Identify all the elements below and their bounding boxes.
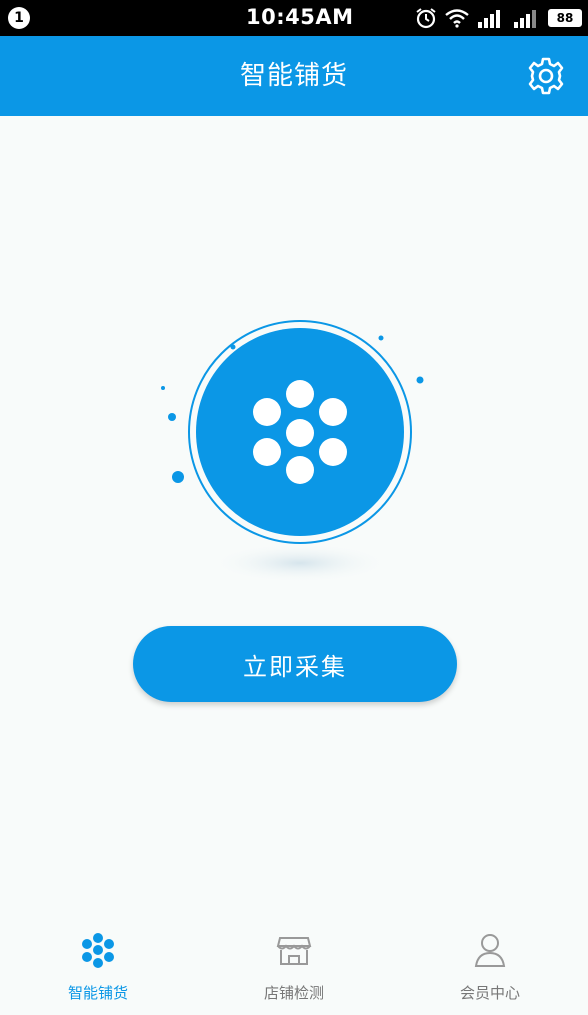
nav-item-member-center[interactable]: 会员中心 bbox=[392, 920, 588, 1015]
signal-icon bbox=[478, 10, 500, 28]
notification-badge: 1 bbox=[8, 7, 30, 29]
hero-graphic bbox=[150, 318, 440, 598]
nav-item-shop-check[interactable]: 店铺检测 bbox=[196, 920, 392, 1015]
alarm-icon bbox=[416, 8, 436, 29]
status-icons: 88 bbox=[414, 7, 582, 29]
nav-item-smart-listing[interactable]: 智能铺货 bbox=[0, 920, 196, 1015]
bottom-nav: 智能铺货 店铺检测 会员中心 bbox=[0, 920, 588, 1015]
status-bar: 1 10:45AM 88 bbox=[0, 0, 588, 36]
signal-icon bbox=[514, 10, 536, 28]
wifi-icon bbox=[445, 9, 469, 28]
shop-icon bbox=[276, 937, 312, 965]
status-time: 10:45AM bbox=[246, 5, 354, 29]
nav-label: 店铺检测 bbox=[263, 984, 324, 1002]
app-header: 智能铺货 bbox=[0, 36, 588, 116]
collect-now-button[interactable]: 立即采集 bbox=[133, 626, 457, 702]
gear-icon bbox=[528, 57, 564, 95]
nav-label: 会员中心 bbox=[459, 984, 520, 1002]
page-title: 智能铺货 bbox=[239, 61, 348, 91]
nav-label: 智能铺货 bbox=[67, 984, 128, 1002]
user-icon bbox=[474, 934, 506, 967]
settings-button[interactable] bbox=[526, 56, 566, 96]
flower-dots-icon bbox=[82, 933, 114, 968]
battery-icon: 88 bbox=[548, 9, 582, 27]
